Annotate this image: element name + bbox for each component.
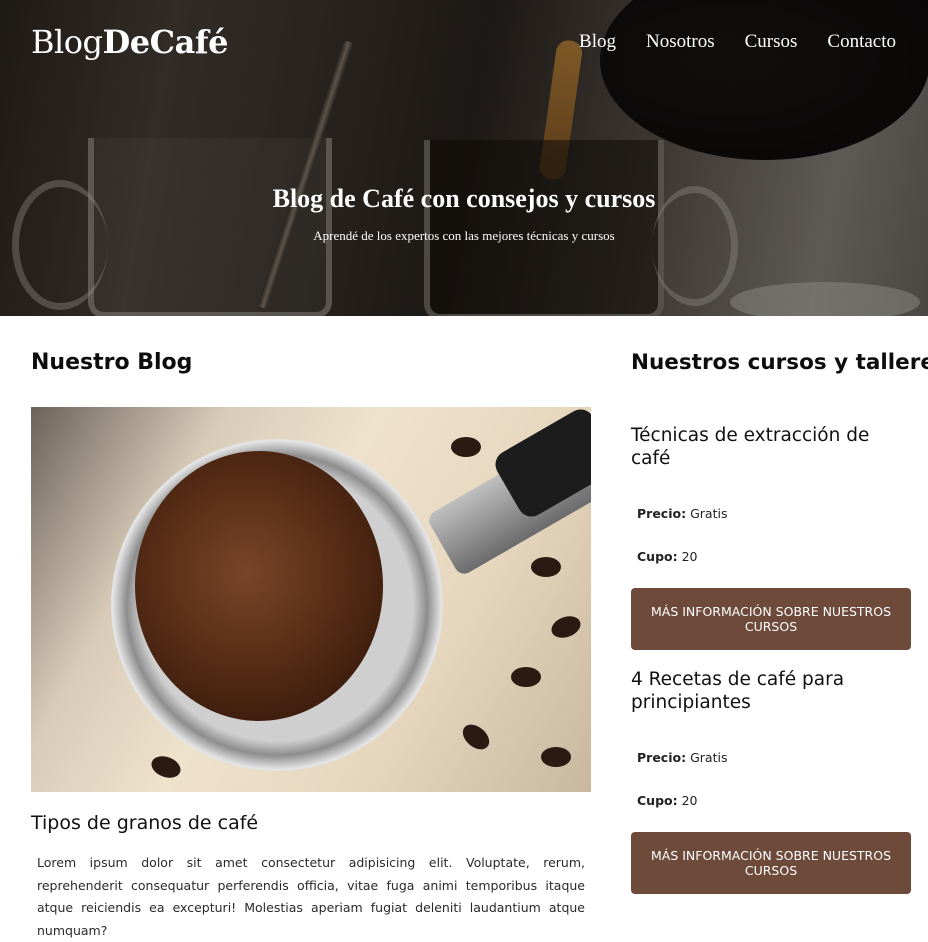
course-card: 4 Recetas de café para principiantes Pre… [631, 668, 912, 894]
site-logo[interactable]: BlogDeCafé [31, 23, 228, 61]
courses-sidebar: Nuestros cursos y talleres Técnicas de e… [631, 316, 928, 894]
hero-subtitle: Aprendé de los expertos con las mejores … [313, 228, 615, 243]
course-title: Técnicas de extracción de café [631, 424, 870, 469]
blog-section-title: Nuestro Blog [31, 350, 193, 375]
hero-header: BlogDeCafé Blog Nosotros Cursos Contacto… [0, 0, 928, 316]
course-title: 4 Recetas de café para principiantes [631, 668, 845, 713]
course-info-button[interactable]: Más información sobre nuestros cursos [631, 587, 911, 650]
course-price: Precio: Gratis [637, 505, 728, 521]
nav-link-cursos[interactable]: Cursos [745, 31, 798, 53]
hero-title: Blog de Café con consejos y cursos [272, 184, 656, 213]
coffee-bean [458, 719, 494, 755]
course-quota: Cupo: 20 [637, 792, 698, 808]
course-info-button[interactable]: Más información sobre nuestros cursos [631, 831, 911, 894]
nav-menu: Blog Nosotros Cursos Contacto [579, 31, 896, 53]
coffee-bean [548, 612, 584, 642]
coffee-grounds [135, 451, 383, 721]
post-excerpt: Lorem ipsum dolor sit amet consectetur a… [37, 855, 585, 938]
coffee-bean [148, 752, 184, 782]
blog-section: Nuestro Blog Tipos de granos de café Lor… [31, 316, 591, 942]
coffee-bean [451, 437, 481, 457]
coffee-bean [531, 557, 561, 577]
hero-text: Blog de Café con consejos y cursos Apren… [0, 184, 928, 244]
course-card: Técnicas de extracción de café Precio: G… [631, 424, 912, 650]
nav-link-nosotros[interactable]: Nosotros [646, 31, 715, 53]
course-quota: Cupo: 20 [637, 548, 698, 564]
course-price: Precio: Gratis [637, 749, 728, 765]
courses-section-title: Nuestros cursos y talleres [631, 350, 928, 375]
top-navigation: BlogDeCafé Blog Nosotros Cursos Contacto [0, 0, 928, 84]
nav-link-contacto[interactable]: Contacto [827, 31, 896, 53]
post-image-coffee-grounds[interactable] [31, 407, 591, 792]
coffee-bean [541, 747, 571, 767]
nav-link-blog[interactable]: Blog [579, 31, 616, 53]
coffee-bean [511, 667, 541, 687]
post-title[interactable]: Tipos de granos de café [31, 812, 591, 834]
main-content: Nuestro Blog Tipos de granos de café Lor… [0, 316, 928, 938]
